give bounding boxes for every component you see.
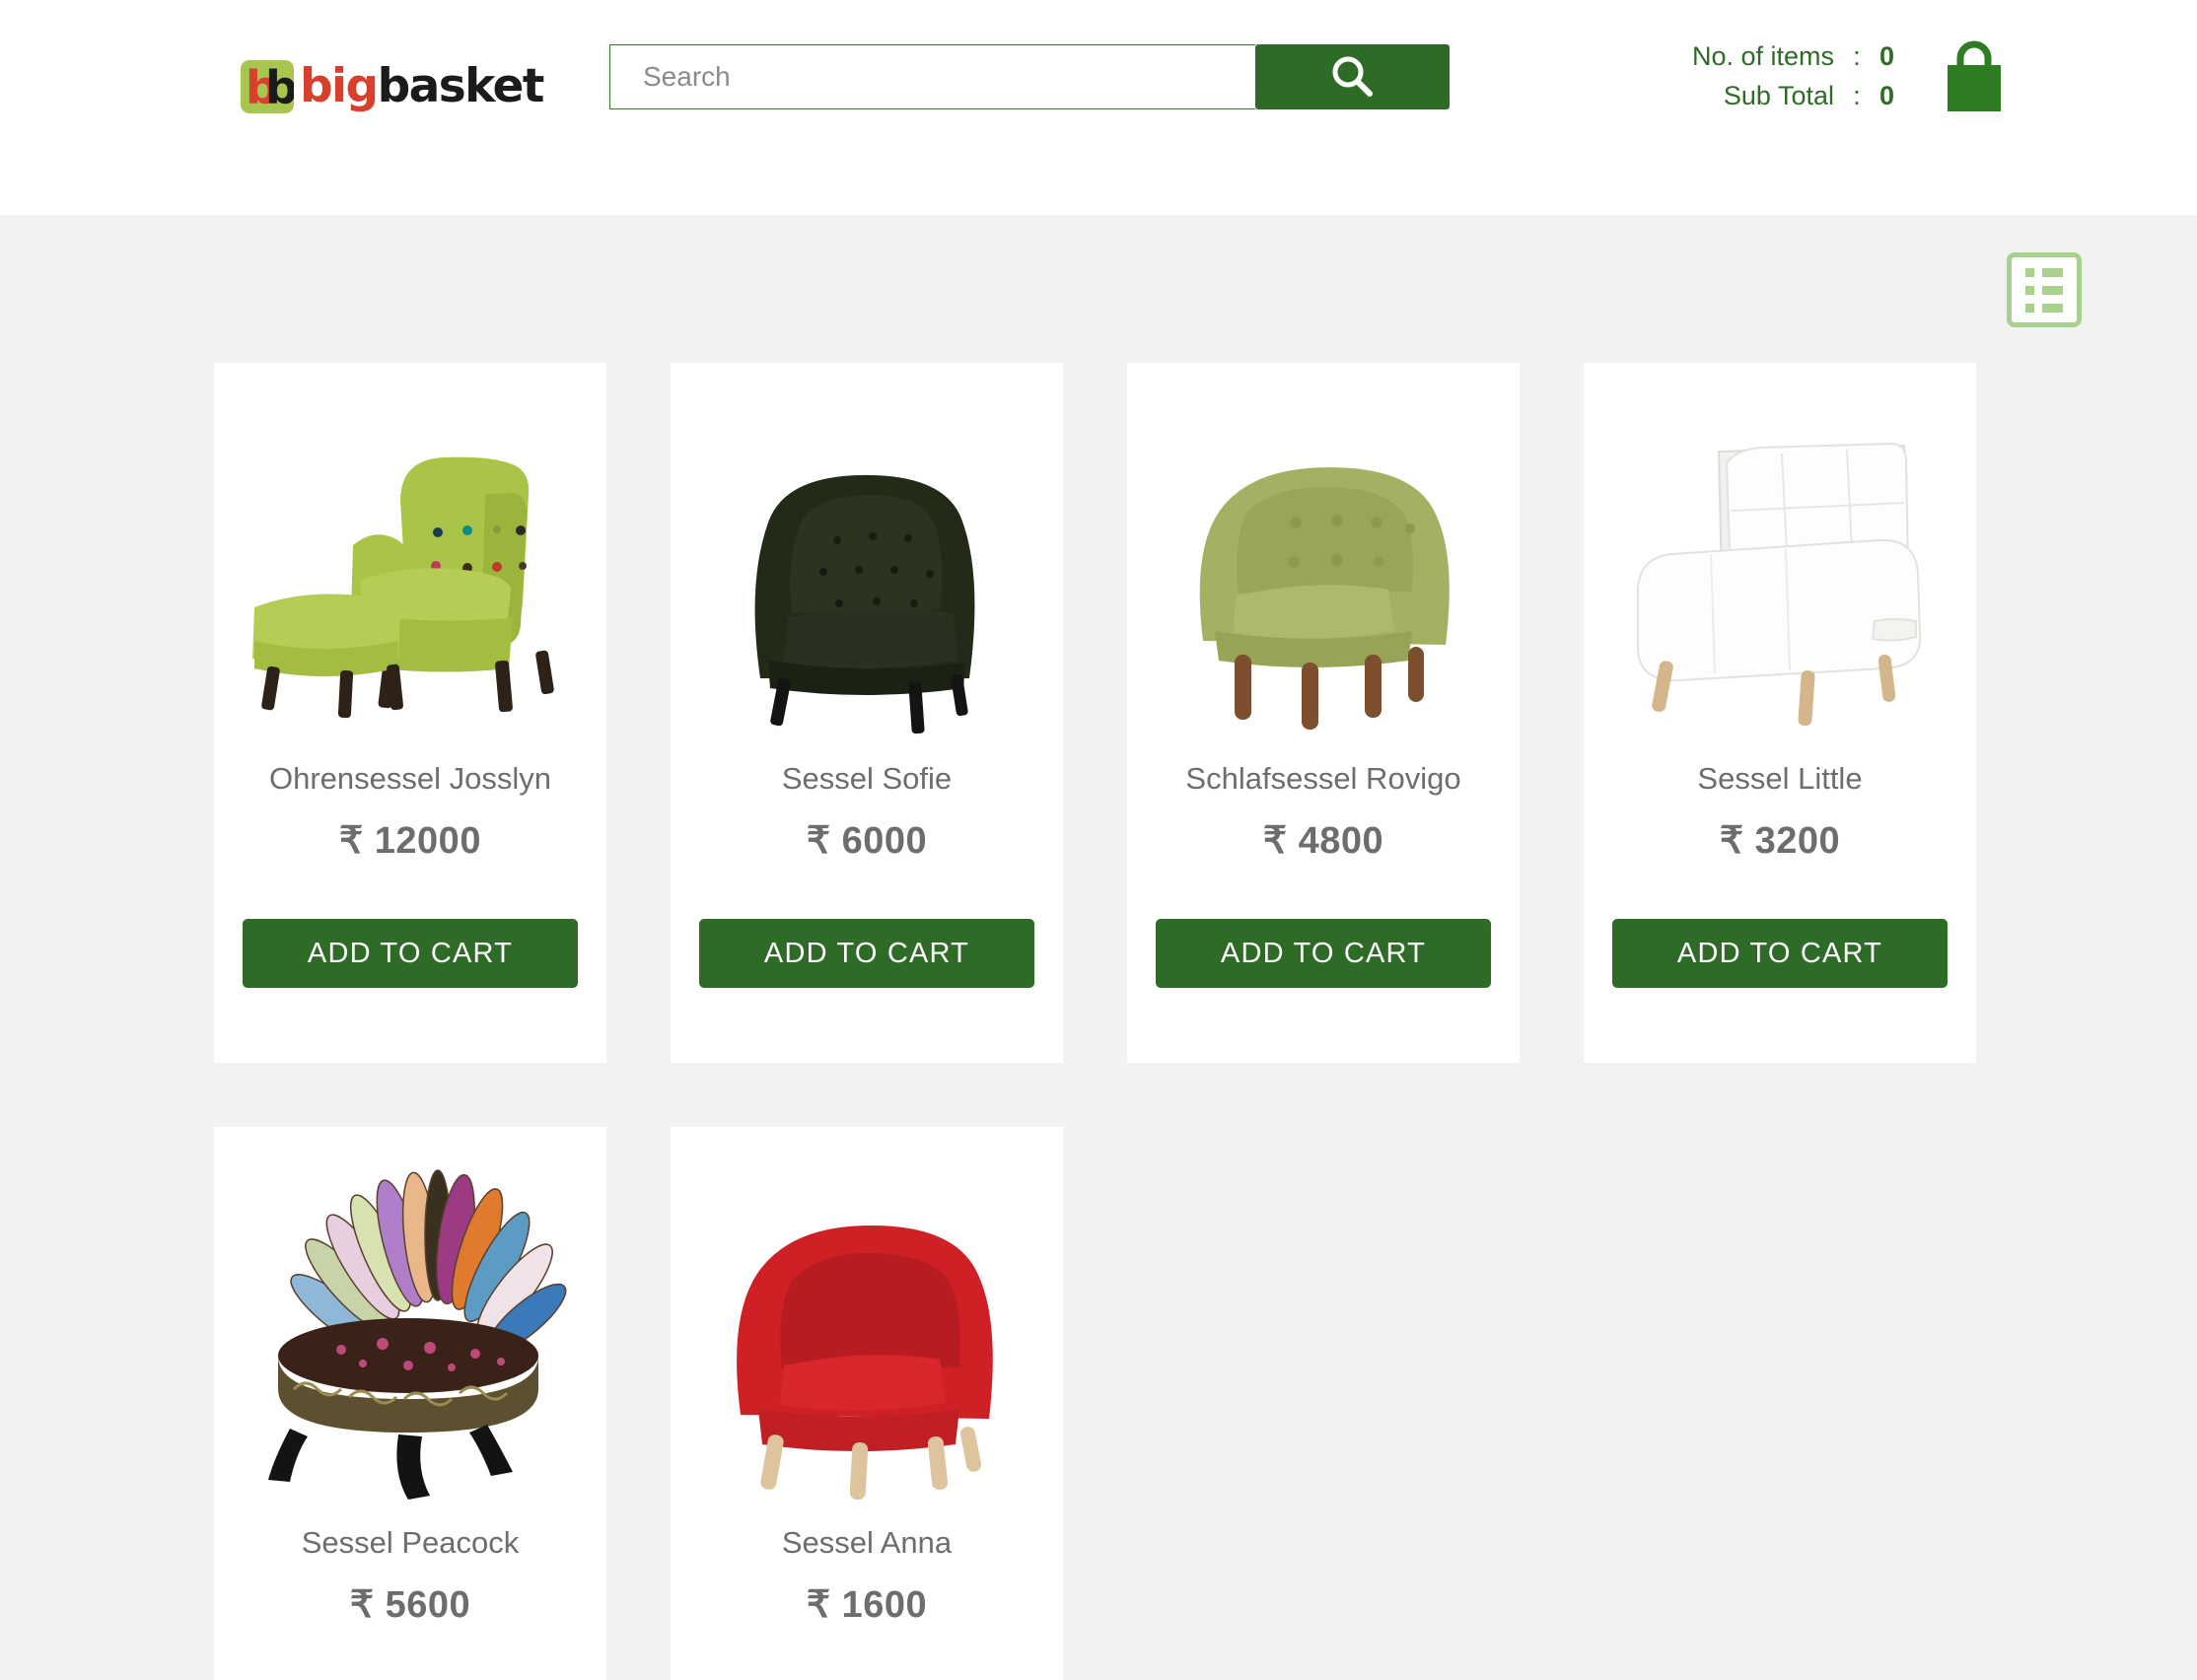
product-image-red-tub-chair <box>671 1133 1063 1515</box>
cart-subtotal-separator: : <box>1853 81 1861 110</box>
listing-toolbar <box>0 215 2197 363</box>
product-card[interactable]: Sessel Peacock ₹ 5600 ADD TO CART <box>214 1127 606 1680</box>
cart-subtotal-label: Sub Total <box>1723 81 1834 110</box>
product-price: ₹ 6000 <box>806 820 928 862</box>
product-image-green-wingback-chair-with-ottoman <box>214 369 606 751</box>
cart-subtotal-value: 0 <box>1879 81 1895 110</box>
list-view-line <box>2042 285 2063 295</box>
list-view-row <box>2025 285 2063 295</box>
cart-summary[interactable]: No. of items : 0 Sub Total : 0 <box>1692 37 2014 114</box>
add-to-cart-button[interactable]: ADD TO CART <box>243 919 578 988</box>
search-icon <box>1325 49 1381 105</box>
product-card[interactable]: Sessel Little ₹ 3200 ADD TO CART <box>1584 363 1976 1063</box>
bigbasket-logo[interactable]: b b bigbasket <box>241 57 545 116</box>
product-card[interactable]: Ohrensessel Josslyn ₹ 12000 ADD TO CART <box>214 363 606 1063</box>
list-view-bullet <box>2025 285 2034 295</box>
product-image-multicolor-peacock-fan-chair <box>214 1133 606 1515</box>
product-price: ₹ 3200 <box>1719 820 1841 862</box>
product-name: Schlafsessel Rovigo <box>1185 761 1461 796</box>
product-card[interactable]: Schlafsessel Rovigo ₹ 4800 ADD TO CART <box>1127 363 1520 1063</box>
cart-text-lines: No. of items : 0 Sub Total : 0 <box>1692 38 1909 113</box>
product-name: Sessel Little <box>1697 761 1863 796</box>
cart-items-separator: : <box>1853 41 1861 71</box>
list-view-bullet <box>2025 303 2034 313</box>
product-price: ₹ 4800 <box>1262 820 1384 862</box>
cart-items-value: 0 <box>1879 41 1895 71</box>
list-view-row <box>2025 267 2063 277</box>
product-card[interactable]: Sessel Sofie ₹ 6000 ADD TO CART <box>671 363 1063 1063</box>
add-to-cart-button[interactable]: ADD TO CART <box>1156 919 1491 988</box>
product-name: Ohrensessel Josslyn <box>268 761 551 796</box>
product-image-white-sofa-bed-chair <box>1584 369 1976 751</box>
list-view-bullet <box>2025 267 2034 277</box>
product-name: Sessel Peacock <box>301 1525 520 1560</box>
search-bar <box>609 44 1450 109</box>
header-inner: b b bigbasket No. of items <box>0 0 2197 138</box>
cart-subtotal-line: Sub Total : 0 <box>1692 78 1909 113</box>
product-image-olive-green-tub-chair <box>1127 369 1520 751</box>
search-button[interactable] <box>1255 44 1450 109</box>
add-to-cart-button[interactable]: ADD TO CART <box>1612 919 1948 988</box>
list-view-icon[interactable] <box>2007 252 2082 327</box>
cart-items-line: No. of items : 0 <box>1692 38 1909 74</box>
product-card[interactable]: Sessel Anna ₹ 1600 ADD TO CART <box>671 1127 1063 1680</box>
logo-word-big: big <box>300 59 379 113</box>
add-to-cart-button[interactable]: ADD TO CART <box>699 919 1034 988</box>
list-view-row <box>2025 303 2063 313</box>
product-price: ₹ 12000 <box>339 820 481 862</box>
product-name: Sessel Anna <box>781 1525 953 1560</box>
logo-mark-icon: b b <box>241 60 294 113</box>
product-grid: Ohrensessel Josslyn ₹ 12000 ADD TO CART <box>212 363 1985 1680</box>
product-price: ₹ 1600 <box>806 1584 928 1626</box>
product-image-dark-olive-tufted-armchair <box>671 369 1063 751</box>
site-header: b b bigbasket No. of items <box>0 0 2197 215</box>
shopping-bag-icon[interactable] <box>1935 37 2014 114</box>
logo-word-basket: basket <box>377 59 545 113</box>
logo-wordmark: bigbasket <box>300 59 545 113</box>
list-view-line <box>2042 267 2063 277</box>
product-name: Sessel Sofie <box>781 761 953 796</box>
logo-mark-letter-2: b <box>265 61 294 113</box>
cart-items-label: No. of items <box>1691 41 1834 71</box>
search-input[interactable] <box>609 44 1255 109</box>
product-price: ₹ 5600 <box>349 1584 471 1626</box>
list-view-line <box>2042 303 2063 313</box>
